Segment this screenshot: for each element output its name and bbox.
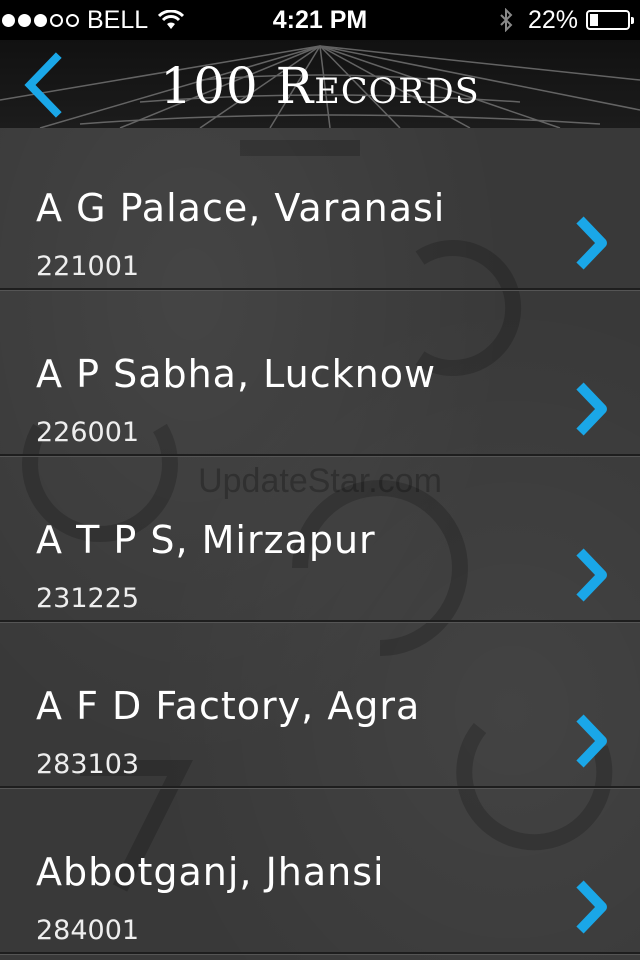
record-pin: 283103	[36, 749, 140, 780]
record-pin: 221001	[36, 251, 140, 282]
list-item[interactable]: Abbotganj, Jhansi 284001	[0, 788, 640, 954]
page-title: 100 Records	[160, 57, 480, 115]
list-item[interactable]: A F D Factory, Agra 283103	[0, 622, 640, 788]
chevron-right-icon	[576, 548, 607, 602]
chevron-right-icon	[576, 382, 607, 436]
navigation-bar: 100 Records	[0, 40, 640, 128]
bluetooth-icon	[500, 8, 513, 32]
status-bar: BELL 4:21 PM 22%	[0, 0, 640, 40]
record-pin: 231225	[36, 583, 140, 614]
battery-icon	[586, 10, 634, 30]
records-list: UpdateStar.com A G Palace, Varanasi 2210…	[0, 128, 640, 960]
list-item[interactable]: A G Palace, Varanasi 221001	[0, 128, 640, 290]
chevron-right-icon	[576, 880, 607, 934]
list-item[interactable]: A T P S, Mirzapur 231225	[0, 456, 640, 622]
list-item[interactable]: A P Sabha, Lucknow 226001	[0, 290, 640, 456]
record-name: A G Palace, Varanasi	[36, 186, 446, 230]
record-pin: 284001	[36, 915, 140, 946]
record-name: A P Sabha, Lucknow	[36, 352, 437, 396]
record-pin: 226001	[36, 417, 140, 448]
chevron-right-icon	[576, 216, 607, 270]
chevron-right-icon	[576, 714, 607, 768]
battery-percentage: 22%	[527, 5, 578, 34]
record-name: A F D Factory, Agra	[36, 684, 421, 728]
record-name: A T P S, Mirzapur	[36, 518, 376, 562]
record-name: Abbotganj, Jhansi	[36, 850, 385, 894]
